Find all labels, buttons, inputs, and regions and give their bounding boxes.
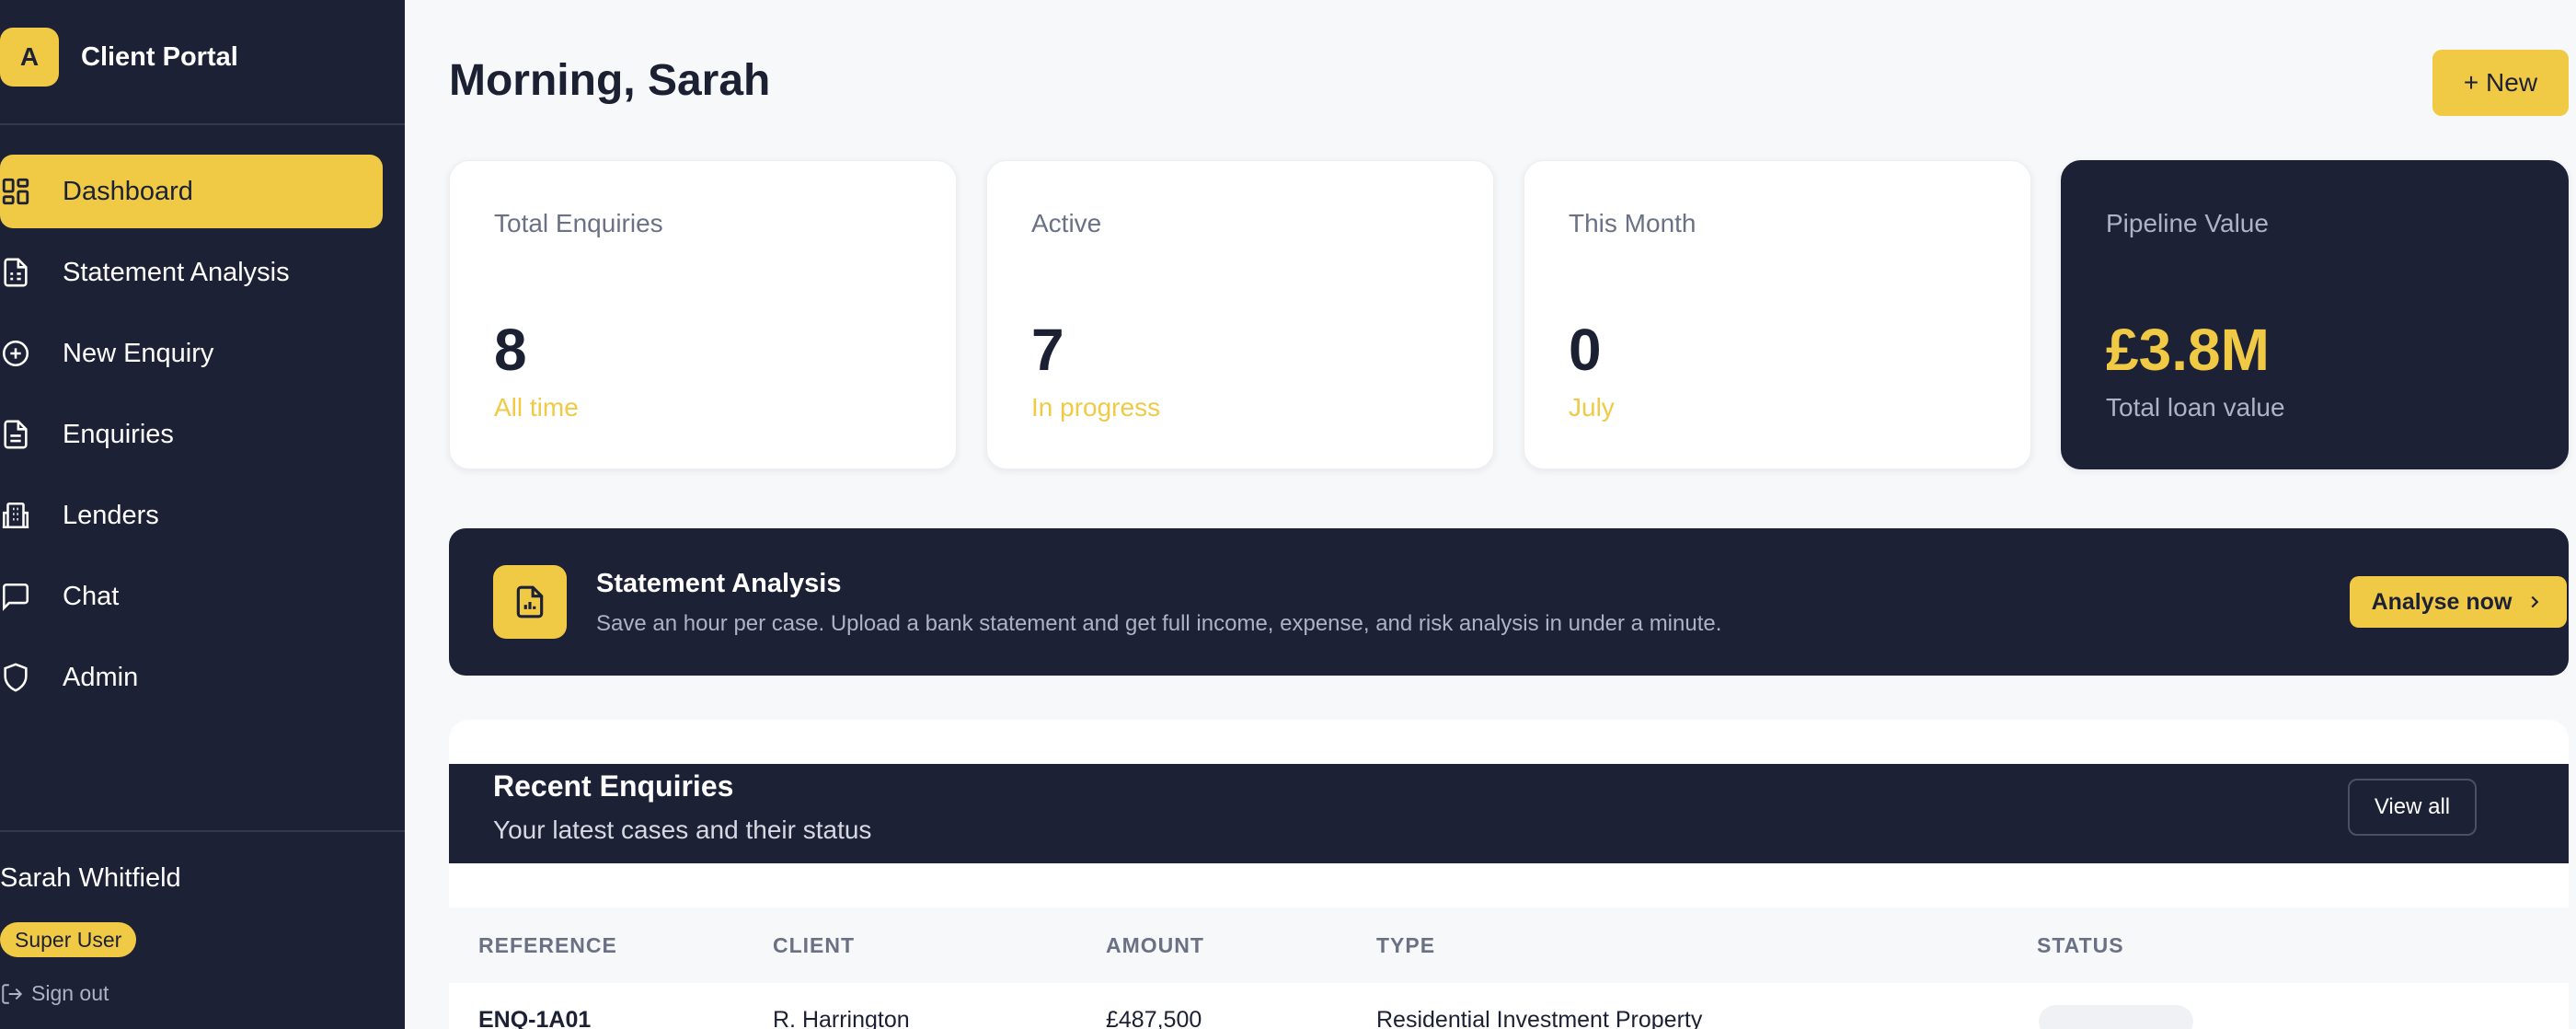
sidebar-nav: Dashboard Statement Analysis New Enquiry…	[0, 155, 383, 722]
analyse-now-button[interactable]: Analyse now	[2350, 576, 2567, 628]
cell-amount: £487,500	[1106, 1007, 1202, 1029]
table-header: REFERENCE CLIENT AMOUNT TYPE STATUS	[449, 908, 2569, 983]
brand[interactable]: A Client Portal	[0, 28, 238, 87]
stat-card-this-month: This Month 0 July	[1524, 160, 2031, 469]
sidebar-item-lenders[interactable]: Lenders	[0, 479, 383, 552]
stat-sub: Total loan value	[2106, 393, 2285, 422]
stat-sub: All time	[494, 393, 579, 422]
status-badge	[2039, 1005, 2193, 1029]
sidebar-item-label: Admin	[63, 662, 139, 692]
sidebar-item-label: Lenders	[63, 500, 159, 530]
signout-link[interactable]: Sign out	[0, 981, 109, 1006]
user-name: Sarah Whitfield	[0, 863, 181, 893]
signout-label: Sign out	[31, 981, 109, 1005]
view-all-button[interactable]: View all	[2348, 779, 2477, 836]
signout-icon	[2, 983, 23, 1004]
cell-reference[interactable]: ENQ-1A01	[478, 1007, 591, 1029]
sidebar-divider-bottom	[0, 830, 405, 832]
recent-enquiries-panel: Recent Enquiries Your latest cases and t…	[449, 720, 2569, 1029]
stat-card-active: Active 7 In progress	[986, 160, 1494, 469]
stat-card-pipeline-value: Pipeline Value £3.8M Total loan value	[2061, 160, 2569, 469]
brand-title: Client Portal	[81, 41, 238, 72]
column-header-reference[interactable]: REFERENCE	[478, 933, 617, 958]
stat-label: Active	[1031, 209, 1102, 237]
plus-circle-icon	[0, 337, 33, 370]
recent-enquiries-subtitle: Your latest cases and their status	[493, 815, 872, 844]
sidebar-item-label: Enquiries	[63, 419, 174, 449]
banner-title: Statement Analysis	[596, 569, 842, 598]
building-icon	[0, 499, 33, 532]
main-content: Morning, Sarah + New Total Enquiries 8 A…	[405, 0, 2576, 1029]
report-icon	[493, 565, 567, 639]
column-header-status[interactable]: STATUS	[2037, 933, 2124, 958]
recent-enquiries-header: Recent Enquiries Your latest cases and t…	[449, 764, 2569, 863]
stat-label: Total Enquiries	[494, 209, 663, 237]
stat-sub: July	[1569, 393, 1615, 422]
stat-value: £3.8M	[2106, 317, 2270, 383]
stat-value: 7	[1031, 317, 1064, 383]
sidebar-item-label: New Enquiry	[63, 338, 214, 368]
sidebar-item-admin[interactable]: Admin	[0, 641, 383, 714]
stat-label: Pipeline Value	[2106, 209, 2269, 237]
cell-type: Residential Investment Property	[1376, 1007, 1703, 1029]
document-icon	[0, 418, 33, 451]
brand-logo: A	[0, 28, 59, 87]
analyse-now-label: Analyse now	[2371, 588, 2513, 615]
stat-value: 8	[494, 317, 527, 383]
sidebar-item-chat[interactable]: Chat	[0, 560, 383, 633]
sidebar-item-label: Chat	[63, 581, 120, 611]
stat-label: This Month	[1569, 209, 1696, 237]
chat-bubble-icon	[0, 580, 33, 613]
shield-icon	[0, 661, 33, 694]
sidebar-divider	[0, 123, 405, 125]
sidebar-item-label: Dashboard	[63, 176, 193, 206]
page-title: Morning, Sarah	[449, 56, 771, 105]
cell-client: R. Harrington	[773, 1007, 910, 1029]
dashboard-grid-icon	[0, 175, 33, 208]
stat-card-total-enquiries: Total Enquiries 8 All time	[449, 160, 957, 469]
sidebar: A Client Portal Dashboard Statement Anal…	[0, 0, 405, 1029]
sidebar-item-dashboard[interactable]: Dashboard	[0, 155, 383, 228]
stat-sub: In progress	[1031, 393, 1161, 422]
sidebar-item-label: Statement Analysis	[63, 257, 290, 287]
column-header-amount[interactable]: AMOUNT	[1106, 933, 1204, 958]
banner-description: Save an hour per case. Upload a bank sta…	[596, 611, 1722, 636]
column-header-client[interactable]: CLIENT	[773, 933, 855, 958]
column-header-type[interactable]: TYPE	[1376, 933, 1435, 958]
sidebar-item-enquiries[interactable]: Enquiries	[0, 398, 383, 471]
recent-enquiries-title: Recent Enquiries	[493, 769, 734, 803]
table-row[interactable]: ENQ-1A01 R. Harrington £487,500 Resident…	[449, 983, 2569, 1029]
sidebar-item-statement-analysis[interactable]: Statement Analysis	[0, 236, 383, 309]
sidebar-item-new-enquiry[interactable]: New Enquiry	[0, 317, 383, 390]
chevron-right-icon	[2531, 595, 2539, 608]
stat-value: 0	[1569, 317, 1602, 383]
document-list-icon	[0, 256, 33, 289]
new-button[interactable]: + New	[2432, 50, 2569, 116]
role-badge: Super User	[0, 922, 137, 957]
statement-analysis-banner: Statement Analysis Save an hour per case…	[449, 528, 2569, 676]
